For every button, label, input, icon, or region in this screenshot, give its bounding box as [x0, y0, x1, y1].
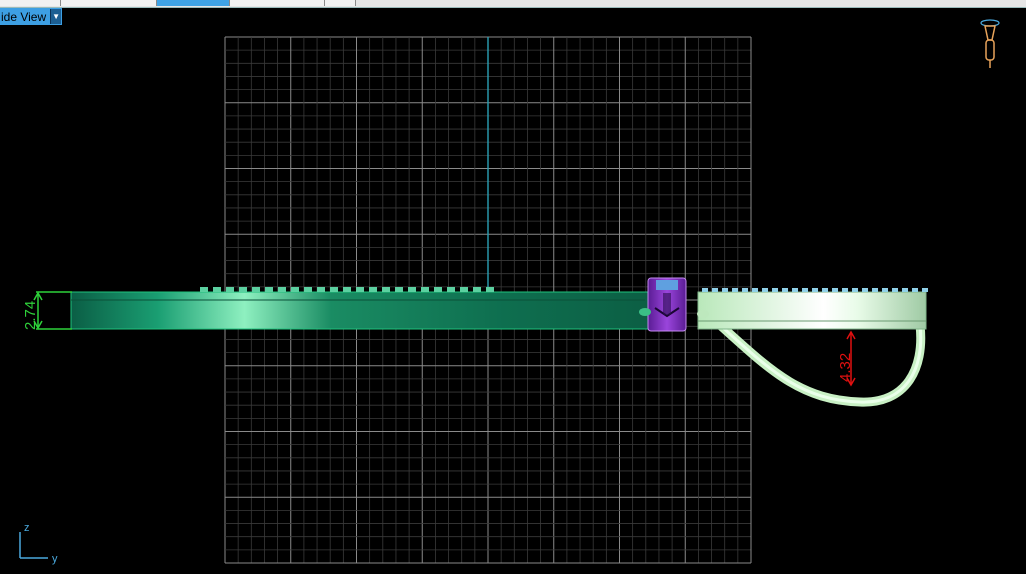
- height-dimension-label: 2.74: [22, 301, 39, 330]
- depth-dimension-label: 4.32: [837, 353, 854, 382]
- depth-dimension[interactable]: 4.32: [837, 330, 856, 387]
- camera-icon[interactable]: [980, 19, 1000, 68]
- z-axis-label: z: [24, 522, 30, 534]
- axis-indicator: z y: [19, 522, 58, 565]
- viewport-canvas[interactable]: 2.74 4.32 z y: [0, 0, 1026, 574]
- height-dimension[interactable]: 2.74: [22, 291, 72, 330]
- ring-band-left[interactable]: [70, 291, 650, 330]
- y-axis-label: y: [52, 553, 58, 565]
- pave-stones-right: [702, 288, 928, 292]
- pave-stones: [200, 287, 494, 292]
- shank-curve[interactable]: [716, 321, 926, 407]
- ring-band-right[interactable]: [697, 291, 927, 330]
